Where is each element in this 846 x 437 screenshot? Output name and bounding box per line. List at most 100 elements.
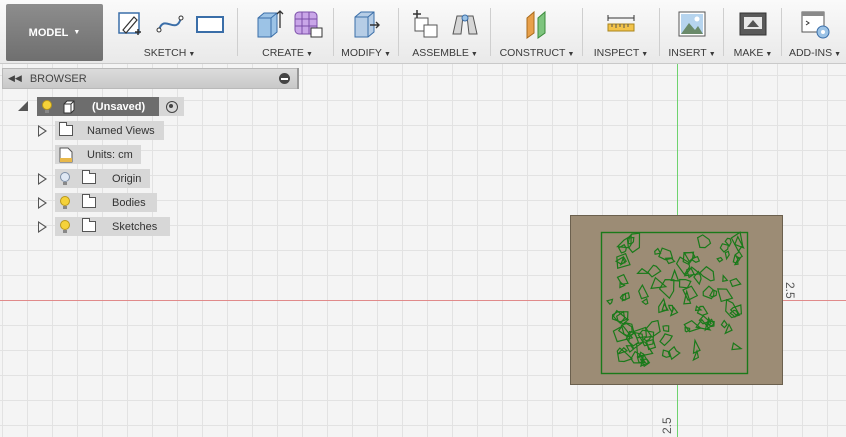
new-component-icon[interactable] <box>409 8 441 40</box>
3d-print-icon[interactable] <box>737 8 769 40</box>
sketch-profile[interactable] <box>716 256 724 263</box>
sketch-pattern[interactable] <box>600 231 750 376</box>
minimize-panel-icon[interactable] <box>279 73 290 84</box>
sketch-profile[interactable] <box>724 250 730 261</box>
toolbar-group-make-label[interactable]: MAKE ▼ <box>726 47 780 59</box>
offset-plane-icon[interactable] <box>521 8 553 40</box>
visibility-bulb-icon[interactable] <box>42 99 52 114</box>
toolbar-group-insert-label[interactable]: INSERT ▼ <box>662 47 722 59</box>
browser-item-sketches[interactable]: Sketches <box>55 217 170 236</box>
sketch-profile[interactable] <box>696 305 709 316</box>
joint-icon[interactable] <box>449 8 481 40</box>
dimension-vertical[interactable]: 2.5 <box>783 282 797 299</box>
sketch-profile[interactable] <box>696 234 712 249</box>
toolbar-group-create-label[interactable]: CREATE ▼ <box>240 47 335 59</box>
main-toolbar: MODEL ▼ SKETCH ▼ CREATE ▼ MODIFY ▼ ASSEM… <box>0 0 846 64</box>
activate-radio-icon <box>165 100 178 113</box>
folder-icon <box>59 122 73 136</box>
sketch-profile[interactable] <box>662 325 670 333</box>
panel-resize-handle[interactable] <box>297 68 299 89</box>
sketch-profile[interactable] <box>729 277 742 288</box>
press-pull-icon[interactable] <box>350 8 382 40</box>
toolbar-group-construct: CONSTRUCT ▼ <box>493 0 581 63</box>
sketch-profile[interactable] <box>626 232 641 254</box>
sketch-profile[interactable] <box>668 304 674 314</box>
activate-component-button[interactable] <box>159 97 184 116</box>
document-settings-icon <box>59 147 73 162</box>
sketch-profile[interactable] <box>638 283 650 300</box>
item-label: Bodies <box>112 196 146 209</box>
toolbar-group-create: CREATE ▼ <box>240 0 335 63</box>
form-icon[interactable] <box>292 8 324 40</box>
expand-origin-toggle[interactable] <box>38 173 47 185</box>
browser-root-node[interactable]: (Unsaved) <box>37 97 159 116</box>
sketch-profile[interactable] <box>720 319 728 329</box>
dimension-horizontal[interactable]: 2.5 <box>660 417 674 434</box>
scripts-icon[interactable] <box>799 8 831 40</box>
expand-named-views-toggle[interactable] <box>38 125 47 137</box>
browser-item-bodies[interactable]: Bodies <box>55 193 157 212</box>
workspace-switcher[interactable]: MODEL ▼ <box>6 4 103 61</box>
insert-image-icon[interactable] <box>676 8 708 40</box>
toolbar-group-sketch-label[interactable]: SKETCH ▼ <box>108 47 231 59</box>
toolbar-group-inspect-label[interactable]: INSPECT ▼ <box>585 47 657 59</box>
sketch-profile[interactable] <box>647 264 662 278</box>
sketch-profile[interactable] <box>606 298 614 305</box>
browser-item-named-views[interactable]: Named Views <box>55 121 164 140</box>
toolbar-group-addins-label[interactable]: ADD-INS ▼ <box>784 47 846 59</box>
item-label: Units: cm <box>87 148 133 161</box>
measure-icon[interactable] <box>605 8 637 40</box>
expand-bodies-toggle[interactable] <box>38 197 47 209</box>
expand-root-toggle[interactable] <box>18 101 28 111</box>
sketch-profile[interactable] <box>668 345 681 361</box>
sketch-profile[interactable] <box>616 273 629 285</box>
toolbar-group-construct-label[interactable]: CONSTRUCT ▼ <box>493 47 581 59</box>
toolbar-group-assemble: ASSEMBLE ▼ <box>401 0 489 63</box>
sketch-profile[interactable] <box>719 243 730 253</box>
browser-item-origin[interactable]: Origin <box>55 169 150 188</box>
toolbar-divider <box>237 8 238 56</box>
folder-icon <box>82 170 96 184</box>
expand-sketches-toggle[interactable] <box>38 221 47 233</box>
toolbar-group-modify-label[interactable]: MODIFY ▼ <box>336 47 396 59</box>
sketch-profile[interactable] <box>617 243 627 254</box>
toolbar-divider <box>398 8 399 56</box>
sketch-profile[interactable] <box>722 274 729 283</box>
workspace-label: MODEL <box>28 26 69 39</box>
sketch-profile[interactable] <box>678 278 692 289</box>
toolbar-group-modify: MODIFY ▼ <box>336 0 396 63</box>
visibility-bulb-icon[interactable] <box>60 219 70 234</box>
sketch-profile[interactable] <box>654 247 662 255</box>
sketch-profile[interactable] <box>732 254 741 264</box>
extrude-icon[interactable] <box>252 8 284 40</box>
visibility-bulb-icon[interactable] <box>60 171 70 186</box>
sketch-profile[interactable] <box>731 342 743 351</box>
toolbar-divider <box>490 8 491 56</box>
item-label: Named Views <box>87 124 155 137</box>
browser-title: BROWSER <box>29 72 87 85</box>
toolbar-divider <box>781 8 782 56</box>
rectangle-icon[interactable] <box>194 8 226 40</box>
browser-panel-header[interactable]: ◀◀ BROWSER <box>2 68 299 89</box>
browser-item-units[interactable]: Units: cm <box>55 145 141 164</box>
sketch-profile[interactable] <box>717 288 734 303</box>
toolbar-group-addins: ADD-INS ▼ <box>784 0 846 63</box>
collapse-panel-icon[interactable]: ◀◀ <box>8 73 22 84</box>
toolbar-group-sketch: SKETCH ▼ <box>108 0 231 63</box>
chevron-down-icon: ▼ <box>73 29 81 36</box>
sketch-profile[interactable] <box>659 333 674 347</box>
sketch-profile[interactable] <box>683 319 702 333</box>
sketch-profile[interactable] <box>641 297 649 305</box>
sketch-profile[interactable] <box>616 347 634 363</box>
component-icon <box>63 100 75 113</box>
visibility-bulb-icon[interactable] <box>60 195 70 210</box>
sketch-profile[interactable] <box>699 265 715 282</box>
spline-icon[interactable] <box>154 8 186 40</box>
root-node-label: (Unsaved) <box>92 100 146 113</box>
toolbar-group-assemble-label[interactable]: ASSEMBLE ▼ <box>401 47 489 59</box>
item-label: Origin <box>112 172 142 185</box>
toolbar-divider <box>582 8 583 56</box>
create-sketch-icon[interactable] <box>114 8 146 40</box>
sketch-profile[interactable] <box>636 267 651 275</box>
toolbar-divider <box>659 8 660 56</box>
